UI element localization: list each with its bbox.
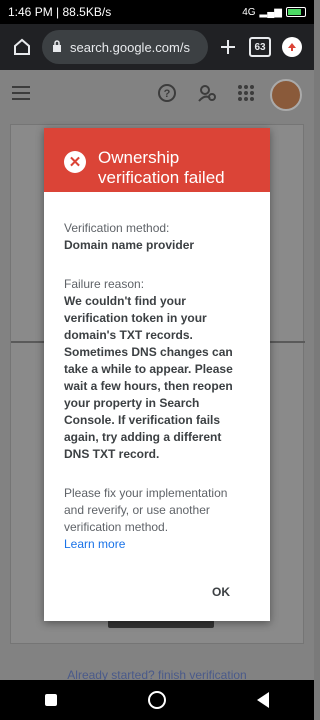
user-settings-icon[interactable] [198, 84, 216, 107]
recents-button[interactable] [45, 694, 58, 706]
status-speed: 88.5KB/s [62, 5, 112, 19]
url-text: search.google.com/s [70, 39, 190, 55]
dialog-title: Ownership verification failed [98, 148, 225, 187]
status-bar: 1:46 PM | 88.5KB/s 4G ▂▄▆ [0, 0, 314, 24]
learn-more-link[interactable]: Learn more [64, 536, 250, 553]
network-type: 4G [242, 6, 256, 18]
fix-text: Please fix your implementation and rever… [64, 486, 228, 534]
new-tab-button[interactable] [212, 31, 244, 63]
back-button[interactable] [256, 692, 269, 708]
dialog-header: ✕ Ownership verification failed [44, 128, 270, 192]
method-section: Verification method: Domain name provide… [64, 220, 250, 254]
plus-icon [221, 40, 235, 54]
help-icon[interactable]: ? [158, 83, 176, 107]
system-nav-bar [0, 680, 314, 720]
battery-icon [286, 7, 306, 17]
dialog-body: Verification method: Domain name provide… [44, 192, 270, 553]
browser-toolbar: search.google.com/s 63 [0, 24, 314, 70]
error-icon: ✕ [64, 151, 86, 173]
menu-icon[interactable] [12, 85, 30, 105]
signal-icon: ▂▄▆ [259, 6, 282, 18]
reason-label: Failure reason: [64, 277, 145, 291]
home-button[interactable] [147, 691, 166, 709]
svg-text:?: ? [164, 88, 171, 100]
home-icon[interactable] [6, 31, 38, 63]
reason-text: We couldn't find your verification token… [64, 294, 233, 461]
lock-icon [52, 39, 62, 55]
ok-button[interactable]: OK [212, 585, 230, 599]
verification-failed-dialog: ✕ Ownership verification failed Verifica… [44, 128, 270, 621]
tabs-icon: 63 [249, 37, 271, 57]
background-button [108, 620, 214, 628]
status-right: 4G ▂▄▆ [242, 7, 306, 18]
tab-switcher-button[interactable]: 63 [244, 31, 276, 63]
reason-section: Failure reason: We couldn't find your ve… [64, 276, 250, 463]
method-label: Verification method: [64, 221, 170, 235]
status-left: 1:46 PM | 88.5KB/s [8, 5, 112, 19]
avatar[interactable] [270, 79, 302, 111]
address-bar[interactable]: search.google.com/s [42, 30, 208, 64]
method-value: Domain name provider [64, 238, 195, 252]
update-icon [282, 37, 302, 57]
apps-icon[interactable] [238, 84, 254, 106]
status-time: 1:46 PM [8, 5, 53, 19]
app-header: ? [0, 70, 314, 120]
fix-section: Please fix your implementation and rever… [64, 485, 250, 553]
update-button[interactable] [276, 31, 308, 63]
